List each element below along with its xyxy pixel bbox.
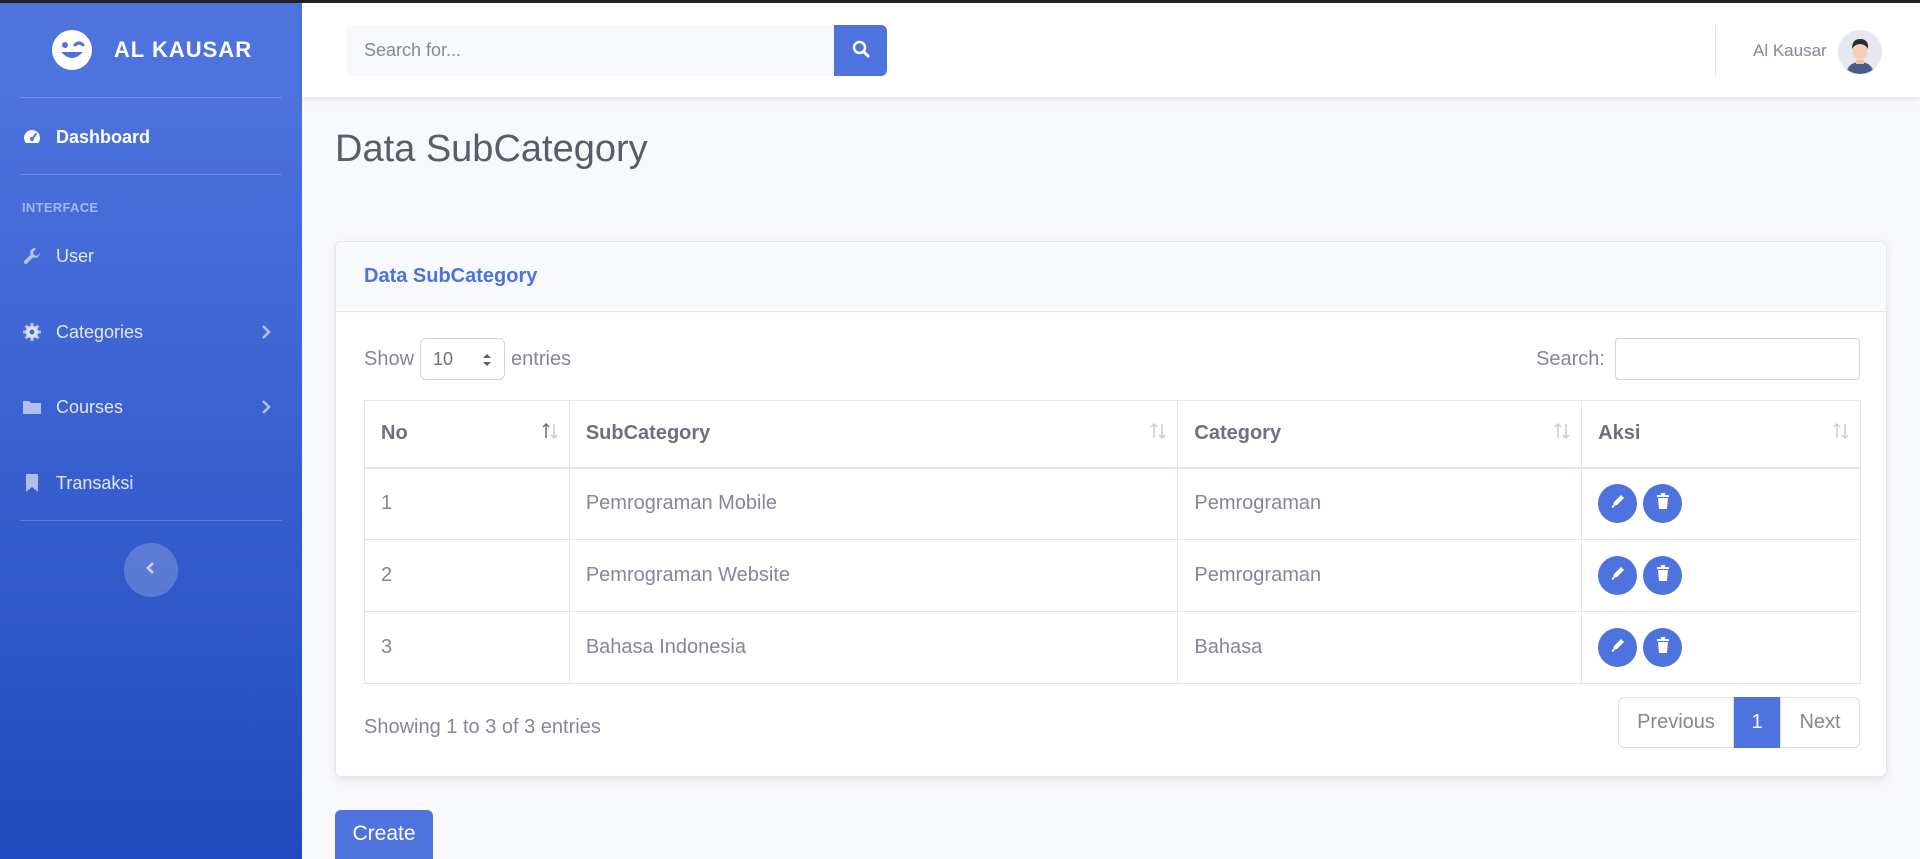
column-header-aksi[interactable]: Aksi	[1581, 400, 1861, 469]
table-header-row: No SubCategory Category Aksi	[364, 400, 1861, 469]
edit-icon	[1610, 564, 1626, 587]
page-title: Data SubCategory	[335, 128, 648, 170]
pagination: Previous 1 Next	[1618, 697, 1860, 748]
column-header-subcategory[interactable]: SubCategory	[568, 400, 1179, 469]
entries-select-value: 10	[433, 348, 454, 369]
pagination-previous[interactable]: Previous	[1618, 697, 1734, 748]
sort-icon	[1553, 421, 1571, 441]
cell-category: Pemrograman	[1177, 539, 1583, 612]
table-info: Showing 1 to 3 of 3 entries	[364, 716, 601, 738]
cell-subcategory: Bahasa Indonesia	[568, 611, 1179, 684]
bookmark-icon	[22, 473, 42, 493]
cell-subcategory: Pemrograman Mobile	[568, 467, 1179, 540]
table-search-input[interactable]	[1615, 338, 1860, 380]
edit-icon	[1610, 492, 1626, 515]
sort-icon	[1149, 421, 1167, 441]
entries-length-control: Show 10 entries	[364, 338, 571, 380]
tachometer-icon	[22, 127, 42, 147]
delete-button[interactable]	[1643, 556, 1683, 595]
brand-name: AL KAUSAR	[113, 36, 253, 62]
sidebar-divider	[20, 174, 282, 175]
sidebar-item-user[interactable]: User	[0, 228, 302, 284]
table-filter: Search:	[1536, 338, 1860, 380]
window-top-border	[0, 0, 1920, 3]
cell-subcategory: Pemrograman Website	[568, 539, 1179, 612]
search-input[interactable]	[346, 25, 834, 76]
create-button[interactable]: Create	[335, 810, 433, 859]
wrench-icon	[22, 246, 42, 266]
trash-icon	[1656, 492, 1670, 515]
cell-actions	[1581, 611, 1861, 684]
sidebar-divider	[20, 520, 282, 521]
pagination-next[interactable]: Next	[1780, 697, 1860, 748]
subcategory-card: Data SubCategory Show 10 entries Search:…	[335, 241, 1887, 777]
chevron-right-icon	[256, 397, 276, 417]
cell-category: Pemrograman	[1177, 467, 1583, 540]
folder-icon	[22, 397, 42, 417]
sidebar-item-transaksi[interactable]: Transaksi	[0, 455, 302, 511]
card-title: Data SubCategory	[364, 265, 538, 287]
sidebar-item-dashboard[interactable]: Dashboard	[0, 109, 302, 165]
edit-button[interactable]	[1598, 484, 1638, 524]
cell-category: Bahasa	[1177, 611, 1583, 684]
sidebar-brand[interactable]: AL KAUSAR	[0, 3, 302, 96]
sidebar-item-courses[interactable]: Courses	[0, 379, 302, 435]
sidebar-toggle-button[interactable]	[124, 543, 178, 597]
pagination-page-1[interactable]: 1	[1734, 697, 1780, 748]
table-row: 2 Pemrograman Website Pemrograman	[364, 539, 1861, 612]
sidebar-item-label: Courses	[56, 396, 124, 417]
length-suffix: entries	[511, 347, 572, 370]
edit-button[interactable]	[1598, 628, 1638, 667]
edit-icon	[1610, 636, 1626, 659]
sort-icon	[1832, 421, 1850, 441]
sort-icon	[541, 421, 559, 441]
cell-actions	[1581, 467, 1861, 540]
sidebar-divider	[20, 97, 282, 98]
edit-button[interactable]	[1598, 556, 1638, 595]
sidebar-item-label: User	[56, 245, 95, 266]
sidebar-item-label: Categories	[56, 321, 144, 342]
entries-select[interactable]: 10	[420, 338, 506, 380]
avatar[interactable]	[1838, 30, 1882, 74]
select-caret-icon	[482, 351, 492, 369]
delete-button[interactable]	[1643, 628, 1683, 667]
laugh-wink-icon	[50, 28, 94, 72]
chevron-right-icon	[256, 322, 276, 342]
user-name[interactable]: Al Kausar	[1753, 41, 1827, 61]
sidebar-item-label: Transaksi	[56, 472, 134, 493]
sidebar-heading: Interface	[22, 200, 99, 215]
cell-no: 3	[364, 611, 570, 684]
card-header: Data SubCategory	[336, 242, 1886, 312]
sidebar: AL KAUSAR Dashboard Interface User	[0, 0, 302, 859]
column-header-category[interactable]: Category	[1177, 400, 1583, 469]
sidebar-item-label: Dashboard	[56, 126, 151, 147]
sidebar-item-categories[interactable]: Categories	[0, 304, 302, 360]
search-icon	[852, 40, 870, 61]
table-row: 3 Bahasa Indonesia Bahasa	[364, 611, 1861, 684]
cell-no: 1	[364, 467, 570, 540]
delete-button[interactable]	[1643, 484, 1683, 524]
column-header-no[interactable]: No	[364, 400, 570, 469]
cog-icon	[22, 322, 42, 342]
topbar: Al Kausar	[302, 3, 1920, 97]
cell-actions	[1581, 539, 1861, 612]
trash-icon	[1656, 564, 1670, 587]
chevron-left-icon	[143, 560, 159, 581]
search-button[interactable]	[834, 25, 887, 76]
subcategory-table: No SubCategory Category Aksi 1 Pemrogram…	[364, 400, 1861, 684]
table-row: 1 Pemrograman Mobile Pemrograman	[364, 467, 1861, 540]
table-search-label: Search:	[1536, 347, 1605, 370]
cell-no: 2	[364, 539, 570, 612]
topbar-search	[346, 25, 887, 76]
length-prefix: Show	[364, 347, 415, 370]
topbar-divider	[1715, 25, 1716, 76]
trash-icon	[1656, 636, 1670, 659]
